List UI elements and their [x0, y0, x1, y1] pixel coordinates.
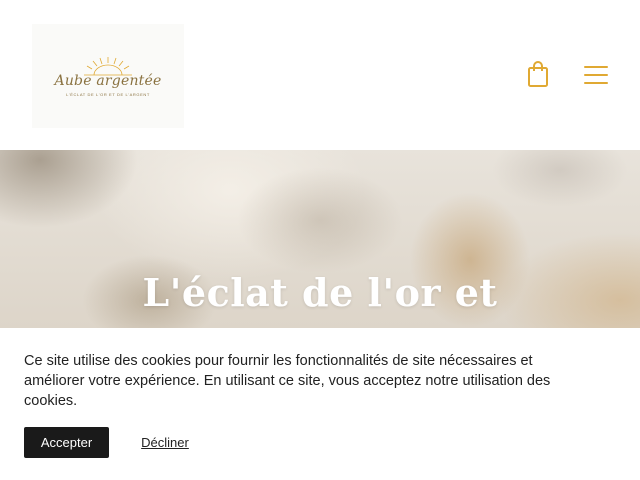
shopping-bag-icon[interactable]: [526, 60, 550, 88]
page: Aube argentée L'ÉCLAT DE L'OR ET DE L'AR…: [0, 0, 640, 480]
hero-banner: L'éclat de l'or et: [0, 150, 640, 328]
logo-tagline: L'ÉCLAT DE L'OR ET DE L'ARGENT: [66, 92, 150, 97]
cookie-message: Ce site utilise des cookies pour fournir…: [24, 353, 551, 409]
logo[interactable]: Aube argentée L'ÉCLAT DE L'OR ET DE L'AR…: [32, 24, 184, 128]
hamburger-menu-icon[interactable]: [582, 64, 610, 86]
cookie-banner: Ce site utilise des cookies pour fournir…: [0, 328, 640, 480]
hero-title: L'éclat de l'or et: [142, 270, 498, 315]
logo-name: Aube argentée: [54, 73, 162, 89]
decline-cookies-button[interactable]: Décliner: [132, 427, 198, 458]
accept-cookies-button[interactable]: Accepter: [24, 427, 109, 458]
site-header: Aube argentée L'ÉCLAT DE L'OR ET DE L'AR…: [0, 0, 640, 150]
